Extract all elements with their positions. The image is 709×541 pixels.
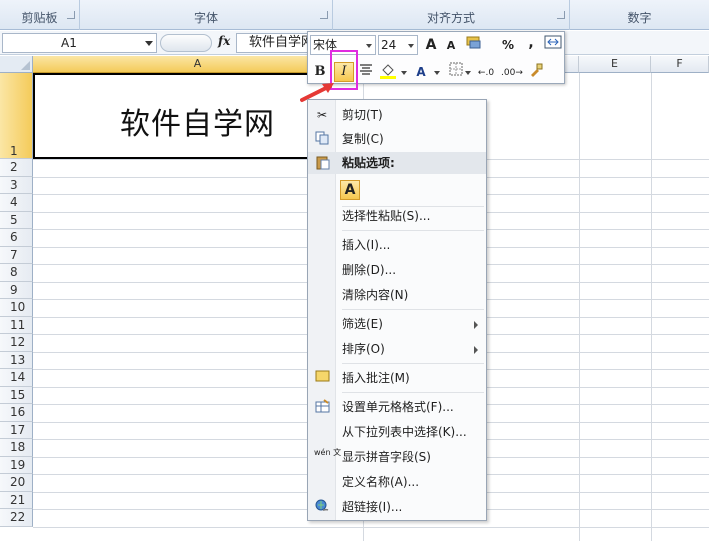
menu-item-insert-comment[interactable]: 插入批注(M) [308,367,486,389]
fill-color-icon[interactable] [378,62,398,82]
increase-decimal-icon[interactable]: ←.0 [476,63,496,83]
row-header[interactable]: 15 [0,386,33,404]
menu-item-hyperlink[interactable]: 超链接(I)... [308,496,486,518]
row-header[interactable]: 1 [0,73,33,159]
merge-center-icon[interactable] [543,35,563,55]
row-header[interactable]: 8 [0,264,33,282]
percent-style-icon[interactable]: % [498,35,518,55]
select-all-corner[interactable] [0,56,33,73]
menu-header-paste-options: 粘贴选项: [308,152,486,174]
menu-separator [342,309,484,310]
font-size-dropdown-icon[interactable] [408,44,414,48]
row-header[interactable]: 16 [0,404,33,422]
alignment-launcher-icon[interactable] [557,11,565,19]
menu-item-insert[interactable]: 插入(I)... [308,234,486,256]
alignment-group-label: 对齐方式 [426,11,475,25]
ribbon-group-clipboard: 剪贴板 [0,0,80,30]
grid-column-line [651,73,652,541]
ribbon-group-labels: 剪贴板 字体 对齐方式 数字 [0,0,709,30]
row-header[interactable]: 4 [0,194,33,212]
menu-item-pick-from-list[interactable]: 从下拉列表中选择(K)... [308,421,486,443]
ribbon-group-font: 字体 [80,0,333,30]
menu-item-format-cells[interactable]: 设置单元格格式(F)... [308,396,486,418]
menu-item-cut[interactable]: ✂ 剪切(T) [308,104,486,126]
cell-a1-text: 软件自学网 [120,107,275,142]
context-menu: ✂ 剪切(T) 复制(C) 粘贴选项: A 选择性粘贴(S)... 插入(I).… [307,99,487,521]
accounting-format-icon[interactable] [465,35,485,55]
borders-dropdown-icon[interactable] [465,71,471,75]
grow-font-icon[interactable]: A [421,35,441,55]
paste-keep-text-button[interactable]: A [340,180,360,200]
row-header[interactable]: 2 [0,159,33,177]
bold-button[interactable]: B [310,62,330,82]
menu-item-delete[interactable]: 删除(D)... [308,259,486,281]
row-header[interactable]: 19 [0,456,33,474]
font-launcher-icon[interactable] [320,11,328,19]
row-header[interactable]: 21 [0,491,33,509]
clipboard-icon [314,155,330,171]
formula-bar-handle[interactable] [160,34,212,52]
name-box[interactable]: A1 [2,33,157,53]
submenu-arrow-icon [474,346,478,354]
ribbon-group-alignment: 对齐方式 [333,0,570,30]
phonetic-icon: wén 文 [314,448,342,457]
clipboard-launcher-icon[interactable] [67,11,75,19]
menu-separator [342,363,484,364]
formula-value: 软件自学网 [249,35,315,50]
column-header-e[interactable]: E [579,56,651,73]
row-header[interactable]: 6 [0,229,33,247]
row-header[interactable]: 14 [0,369,33,387]
menu-separator [342,392,484,393]
menu-item-clear-contents[interactable]: 清除内容(N) [308,284,486,306]
menu-item-paste-special[interactable]: 选择性粘贴(S)... [308,205,486,227]
copy-icon [314,131,330,147]
insert-function-icon[interactable]: fx [218,34,230,48]
row-header[interactable]: 5 [0,211,33,229]
menu-item-show-phonetic[interactable]: wén 文 显示拼音字段(S) [308,446,486,468]
shrink-font-icon[interactable]: A [441,36,461,56]
font-group-label: 字体 [193,11,218,25]
format-cells-icon [314,399,330,415]
row-header[interactable]: 7 [0,246,33,264]
ribbon-group-number: 数字 [570,0,709,30]
decrease-decimal-icon[interactable]: .00→ [501,63,523,83]
font-size-select[interactable]: 24 [378,35,418,55]
menu-item-sort[interactable]: 排序(O) [308,338,486,360]
scissors-icon: ✂ [316,108,328,122]
row-header[interactable]: 12 [0,334,33,352]
row-header[interactable]: 20 [0,474,33,492]
row-header[interactable]: 9 [0,281,33,299]
hyperlink-icon [314,499,330,515]
row-header[interactable]: 22 [0,509,33,527]
menu-separator [342,230,484,231]
fill-color-dropdown-icon[interactable] [401,71,407,75]
format-painter-icon[interactable] [526,62,546,82]
font-color-icon[interactable]: A [411,62,431,82]
formula-input[interactable]: 软件自学网 [236,33,316,53]
name-box-dropdown-icon[interactable] [145,41,153,46]
grid-column-line [579,73,580,541]
row-header[interactable]: 13 [0,351,33,369]
column-header-f[interactable]: F [651,56,709,73]
comma-style-icon[interactable]: , [521,33,541,53]
row-header[interactable]: 3 [0,176,33,194]
row-header[interactable]: 11 [0,316,33,334]
grid-row-line [33,527,709,528]
row-header[interactable]: 10 [0,299,33,317]
number-group-label: 数字 [627,11,652,25]
menu-item-filter[interactable]: 筛选(E) [308,313,486,335]
align-center-icon[interactable] [356,62,376,82]
font-color-dropdown-icon[interactable] [434,71,440,75]
menu-item-define-name[interactable]: 定义名称(A)... [308,471,486,493]
comment-icon [314,370,330,386]
menu-item-copy[interactable]: 复制(C) [308,128,486,150]
row-header[interactable]: 17 [0,421,33,439]
name-box-value: A1 [61,36,77,50]
row-header[interactable]: 18 [0,439,33,457]
submenu-arrow-icon [474,321,478,329]
borders-icon[interactable] [446,62,466,82]
font-name-dropdown-icon[interactable] [366,44,372,48]
